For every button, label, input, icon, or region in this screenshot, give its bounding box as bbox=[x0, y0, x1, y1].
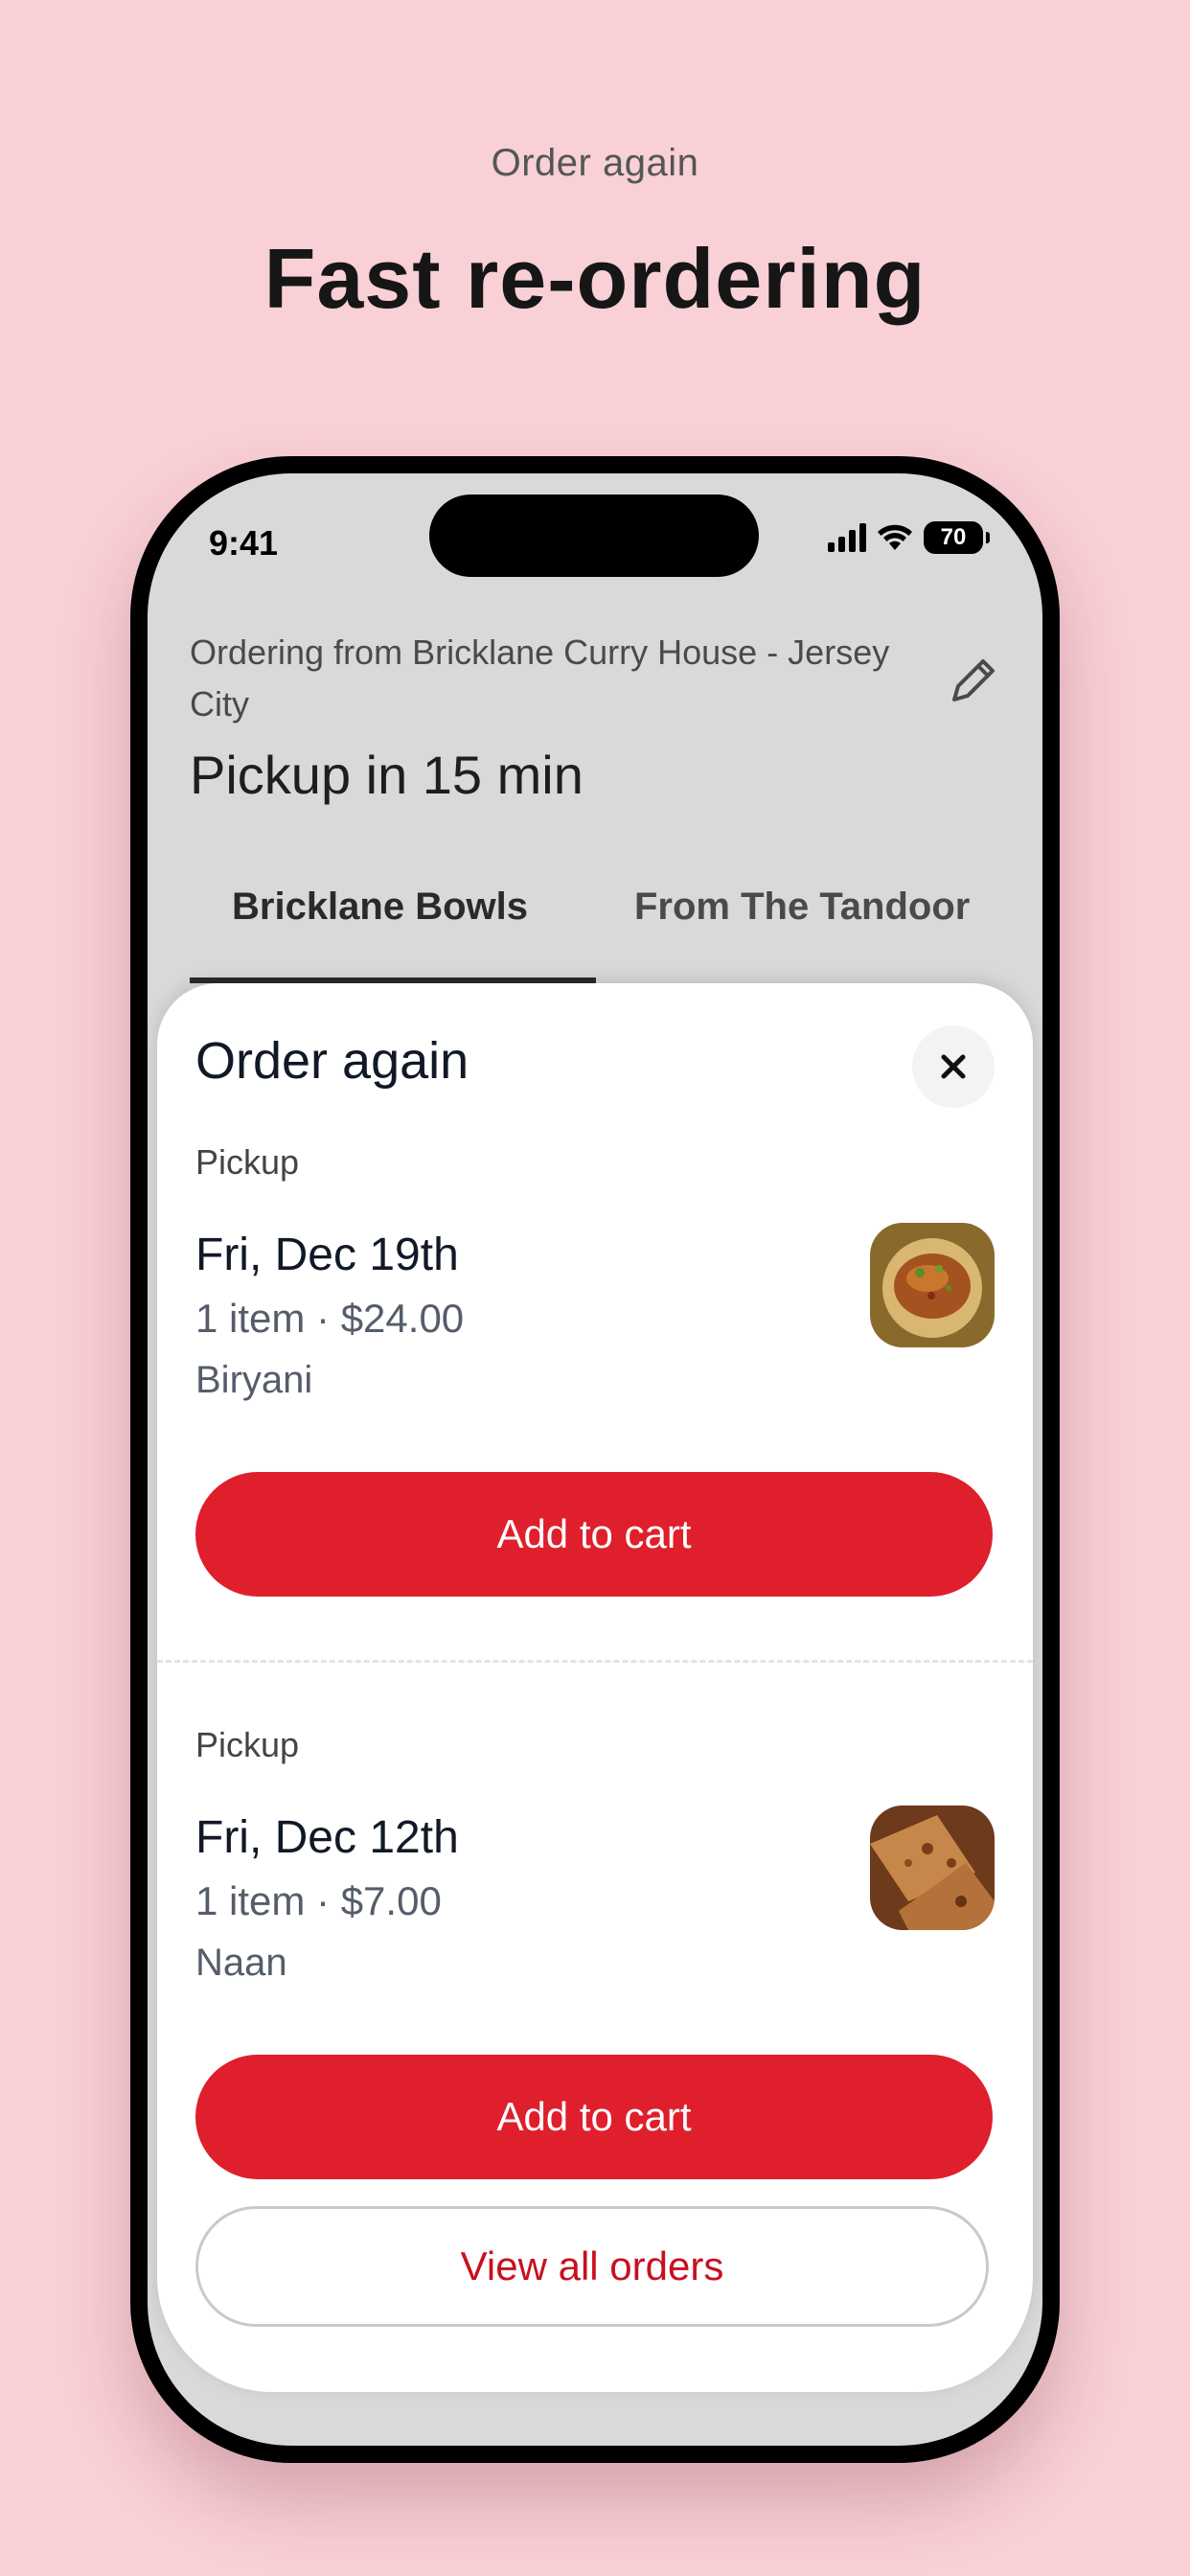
close-icon bbox=[941, 1054, 966, 1079]
order-date: Fri, Dec 12th bbox=[195, 1812, 459, 1863]
battery-icon: 70 bbox=[924, 521, 990, 554]
tab-bricklane-bowls[interactable]: Bricklane Bowls bbox=[232, 886, 528, 929]
order-type: Pickup bbox=[195, 1725, 300, 1764]
add-to-cart-button[interactable]: Add to cart bbox=[195, 1472, 993, 1597]
pencil-icon[interactable] bbox=[943, 650, 1004, 711]
close-button[interactable] bbox=[912, 1025, 995, 1108]
status-icons: 70 bbox=[828, 521, 990, 554]
order-type: Pickup bbox=[195, 1142, 300, 1182]
order-again-sheet: Order again Pickup Fri, Dec 19th 1 item … bbox=[157, 983, 1033, 2392]
order-divider bbox=[157, 1660, 1033, 1663]
sheet-title: Order again bbox=[195, 1032, 469, 1090]
dynamic-island bbox=[429, 494, 759, 577]
add-to-cart-button[interactable]: Add to cart bbox=[195, 2055, 993, 2179]
order-date: Fri, Dec 19th bbox=[195, 1230, 459, 1280]
phone-screen: 9:41 70 Ordering from Bricklane Curry Ho… bbox=[148, 473, 1042, 2446]
order-items: Biryani bbox=[195, 1359, 313, 1401]
tab-from-the-tandoor[interactable]: From The Tandoor bbox=[634, 886, 970, 929]
status-time: 9:41 bbox=[209, 523, 279, 563]
phone-frame: 9:41 70 Ordering from Bricklane Curry Ho… bbox=[130, 456, 1060, 2463]
wifi-icon bbox=[878, 524, 912, 550]
hero-title: Fast re-ordering bbox=[263, 231, 927, 326]
hero-kicker: Order again bbox=[491, 142, 699, 184]
order-items: Naan bbox=[195, 1942, 287, 1984]
order-summary: 1 item · $7.00 bbox=[195, 1878, 442, 1923]
pickup-time: Pickup in 15 min bbox=[190, 745, 584, 805]
cellular-signal-icon bbox=[828, 523, 866, 552]
naan-photo bbox=[870, 1806, 995, 1930]
ordering-from-text: Ordering from Bricklane Curry House - Je… bbox=[190, 632, 890, 724]
biryani-photo bbox=[870, 1223, 995, 1347]
view-all-orders-button[interactable]: View all orders bbox=[195, 2206, 989, 2327]
order-summary: 1 item · $24.00 bbox=[195, 1296, 465, 1341]
